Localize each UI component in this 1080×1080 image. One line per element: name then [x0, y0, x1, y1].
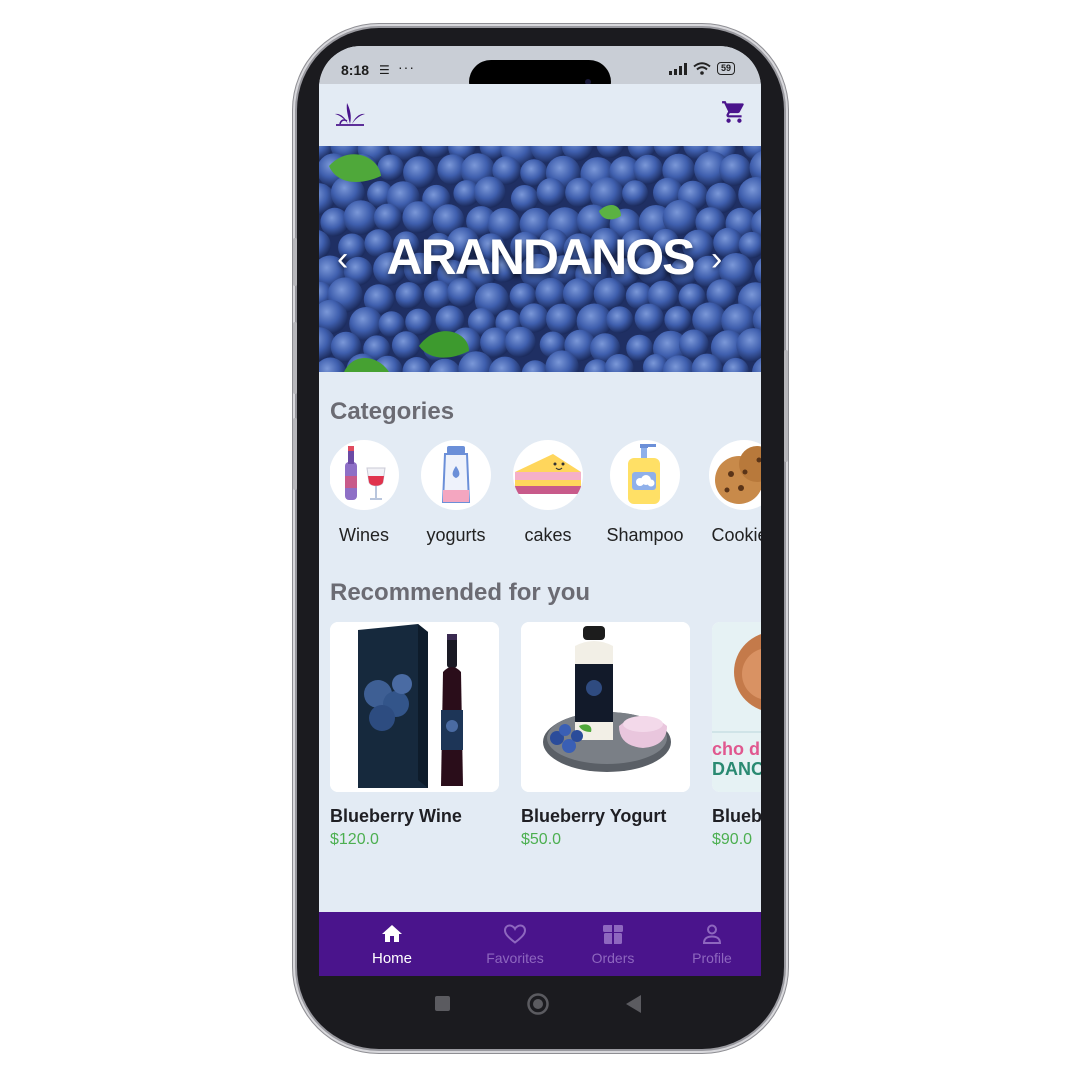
blueberry — [664, 306, 692, 334]
home-button-dot — [533, 999, 543, 1009]
signal-icon — [668, 62, 687, 75]
status-time: 8:18 — [341, 62, 370, 78]
bottom-navigation: Home Favorites Orders Profile — [319, 912, 761, 976]
promo-banner[interactable]: ‹ ARANDANOS › — [319, 146, 761, 372]
phone-power-button — [784, 350, 788, 462]
phone-side-button — [293, 238, 297, 286]
app-bar — [319, 84, 761, 146]
product-name: Blueberry Yogurt — [521, 806, 667, 826]
category-yogurts[interactable]: yogurts — [416, 440, 496, 546]
leaf-logo-icon[interactable] — [334, 100, 366, 128]
category-label: Wines — [338, 525, 389, 545]
cookie-icon — [709, 440, 761, 510]
product-card-wine[interactable]: Blueberry Wine $120.0 — [330, 622, 499, 849]
category-label: yogurts — [426, 525, 486, 545]
category-cakes[interactable]: cakes — [508, 440, 588, 546]
categories-list: Wines yogurts cakes Shampoo Cooki — [330, 440, 761, 550]
blueberry — [377, 154, 404, 181]
status-icons: 59 — [668, 62, 735, 75]
category-wines[interactable]: Wines — [330, 440, 404, 546]
banner-title: ARANDANOS — [386, 229, 696, 285]
status-more: ··· — [398, 59, 415, 75]
blueberry — [395, 282, 423, 309]
blueberry — [536, 178, 566, 207]
category-label: Cookies — [711, 525, 761, 545]
blueberry — [546, 303, 577, 335]
battery-icon: 59 — [716, 62, 735, 75]
recents-button[interactable] — [435, 996, 450, 1011]
box-icon — [603, 925, 623, 944]
cake-image-text: cho d — [712, 739, 760, 759]
back-button[interactable] — [626, 995, 641, 1013]
recommended-title: Recommended for you — [330, 579, 591, 606]
product-card-cake[interactable]: cho d DANO Blueberry Cake $90.0 — [712, 622, 761, 849]
blueberry — [391, 331, 421, 360]
phone-volume-up — [293, 322, 297, 394]
blueberry — [405, 308, 432, 336]
heart-icon — [503, 924, 527, 944]
app-screen: 8:18 ☰ ··· 59 ‹ ARANDANOS › Categories W… — [319, 46, 761, 976]
nav-profile[interactable]: Profile — [657, 912, 761, 976]
categories-title: Categories — [330, 398, 455, 425]
shampoo-icon — [610, 440, 680, 510]
product-name: Blueberry Cake — [712, 806, 761, 826]
wine-icon — [330, 440, 399, 510]
product-image-wine — [330, 622, 499, 792]
person-icon — [702, 924, 722, 944]
cart-icon[interactable] — [721, 99, 747, 125]
wifi-icon — [693, 62, 711, 75]
nav-label: Favorites — [486, 950, 544, 966]
product-card-yogurt[interactable]: Blueberry Yogurt $50.0 — [521, 622, 690, 849]
cake-image-text-2: DANO — [712, 759, 761, 779]
product-price: $50.0 — [521, 831, 562, 848]
blueberry — [606, 306, 634, 334]
blueberry — [622, 180, 649, 207]
nav-label: Profile — [692, 950, 732, 966]
system-navigation-bar — [319, 976, 761, 1032]
blueberry — [634, 303, 664, 333]
product-image-cake: cho d DANO — [712, 622, 761, 792]
category-cookies[interactable]: Cookies — [704, 440, 761, 546]
category-shampoo[interactable]: Shampoo — [605, 440, 685, 546]
product-image-yogurt — [521, 622, 690, 792]
nav-favorites[interactable]: Favorites — [460, 912, 570, 976]
nav-home[interactable]: Home — [337, 912, 447, 976]
banner-next-arrow[interactable]: › — [711, 242, 722, 276]
status-bar: 8:18 ☰ ··· 59 — [319, 46, 761, 104]
blueberry — [474, 176, 506, 208]
layers-status-icon: ☰ — [379, 63, 390, 77]
cake-icon — [513, 440, 583, 510]
yogurt-icon — [421, 440, 491, 510]
category-label: cakes — [524, 525, 572, 545]
product-name: Blueberry Wine — [330, 806, 462, 826]
home-icon — [382, 925, 402, 942]
phone-volume-down — [293, 418, 297, 490]
blueberry — [505, 326, 536, 358]
category-label: Shampoo — [606, 525, 684, 545]
blueberry — [633, 154, 663, 185]
recommended-list: Blueberry Wine $120.0 Blueberry Yogurt $… — [330, 622, 761, 862]
product-price: $90.0 — [712, 831, 753, 848]
nav-label: Orders — [591, 950, 635, 966]
nav-label: Home — [371, 950, 412, 967]
nav-orders[interactable]: Orders — [558, 912, 668, 976]
product-price: $120.0 — [330, 831, 379, 848]
